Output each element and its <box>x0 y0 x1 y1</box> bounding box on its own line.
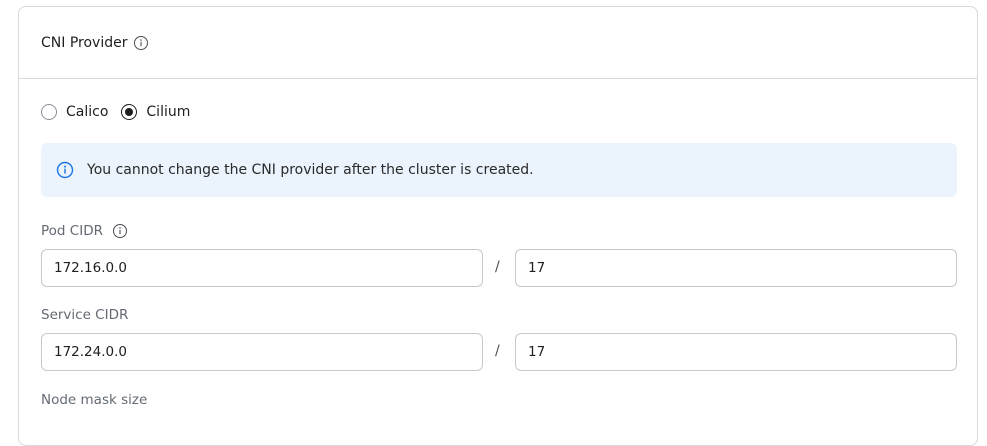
radio-calico[interactable]: Calico <box>41 104 108 120</box>
pod-cidr-separator: / <box>495 259 500 275</box>
card-title: CNI Provider <box>41 34 128 51</box>
cni-radio-group: Calico Cilium <box>41 104 190 120</box>
card-header: CNI Provider <box>19 7 977 79</box>
service-cidr-separator: / <box>495 343 500 359</box>
radio-unchecked-icon[interactable] <box>41 104 57 120</box>
info-alert: You cannot change the CNI provider after… <box>41 143 957 197</box>
pod-cidr-prefix-input[interactable]: 17 <box>515 249 957 287</box>
service-cidr-prefix-input[interactable]: 17 <box>515 333 957 371</box>
node-mask-label: Node mask size <box>41 392 148 408</box>
pod-cidr-label-text: Pod CIDR <box>41 223 103 239</box>
cni-provider-card: CNI Provider Calico Cilium You cannot ch… <box>18 6 978 446</box>
info-icon[interactable] <box>133 35 149 51</box>
pod-cidr-address-input[interactable]: 172.16.0.0 <box>41 249 483 287</box>
radio-label-cilium: Cilium <box>146 104 191 120</box>
info-icon[interactable] <box>112 223 128 239</box>
radio-checked-icon[interactable] <box>121 104 138 120</box>
radio-label-calico: Calico <box>66 104 109 120</box>
info-icon <box>56 161 74 179</box>
pod-cidr-label: Pod CIDR <box>41 223 128 239</box>
radio-cilium[interactable]: Cilium <box>121 104 190 120</box>
service-cidr-address-input[interactable]: 172.24.0.0 <box>41 333 483 371</box>
alert-text: You cannot change the CNI provider after… <box>87 162 534 178</box>
service-cidr-label: Service CIDR <box>41 307 129 323</box>
